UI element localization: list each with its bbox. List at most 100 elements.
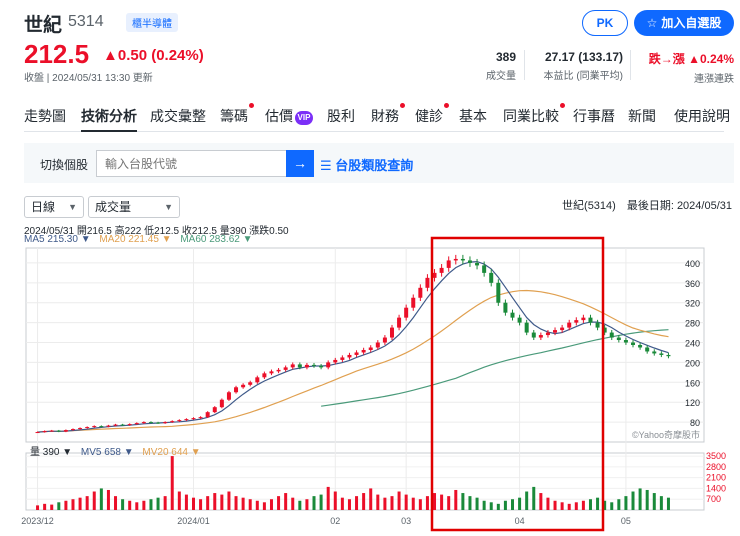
candle-body — [623, 340, 628, 343]
volume-bar — [106, 489, 110, 510]
candle-body — [482, 265, 487, 273]
volume-bar — [596, 497, 600, 510]
candle-body — [78, 428, 83, 430]
volume-bar — [397, 491, 401, 510]
candle-body — [163, 422, 168, 424]
volume-bar — [284, 493, 288, 510]
volume-bar — [610, 502, 614, 510]
volume-bar — [291, 497, 295, 510]
candle-body — [70, 429, 75, 431]
volume-bar — [184, 494, 188, 510]
volume-bar — [546, 497, 550, 510]
volume-bar — [114, 496, 118, 510]
candle-body — [652, 351, 657, 354]
candle-body — [503, 302, 508, 313]
volume-bar — [64, 500, 68, 510]
volume-bar — [347, 499, 351, 510]
candle-body — [439, 267, 444, 273]
candle-body — [517, 317, 522, 323]
vol-label: 量 390 ▼ — [30, 447, 73, 458]
volume-bar — [340, 497, 344, 510]
volume-bar — [135, 502, 139, 510]
candle-body — [134, 423, 139, 425]
price-tick-label: 120 — [685, 398, 700, 408]
candle-body — [489, 272, 494, 283]
volume-bar — [121, 499, 125, 510]
candle-body — [574, 320, 579, 323]
candle-body — [389, 327, 394, 338]
candle-body — [198, 417, 203, 419]
volume-bar — [588, 499, 592, 510]
candle-body — [262, 373, 267, 378]
volume-bar — [85, 496, 89, 510]
volume-bar — [525, 491, 529, 510]
candle-body — [397, 317, 402, 328]
candle-body — [545, 332, 550, 336]
volume-bar — [213, 493, 217, 510]
volume-bar — [581, 500, 585, 510]
watermark: ©Yahoo奇摩股市 — [632, 429, 700, 440]
candle-body — [538, 335, 543, 338]
volume-bar — [298, 500, 302, 510]
volume-bar — [511, 499, 514, 510]
x-tick-label: 2023/12 — [21, 516, 54, 526]
price-tick-label: 360 — [685, 279, 700, 289]
volume-bar — [411, 497, 415, 510]
volume-bar — [142, 500, 146, 510]
volume-bar — [206, 496, 210, 510]
volume-bar — [362, 493, 366, 510]
price-tick-label: 240 — [685, 339, 700, 349]
candle-body — [446, 260, 451, 268]
candle-body — [35, 432, 40, 434]
volume-bar — [433, 493, 437, 510]
candle-body — [312, 364, 317, 366]
candle-body — [212, 407, 217, 413]
volume-bar — [220, 494, 224, 510]
volume-bar — [659, 496, 663, 510]
volume-bar — [277, 496, 281, 510]
mv5-label: MV5 658 ▼ — [80, 447, 134, 458]
volume-bar — [241, 497, 245, 510]
volume-bar — [333, 491, 337, 510]
volume-bar — [128, 500, 132, 510]
candle-body — [99, 426, 104, 428]
volume-bar — [57, 502, 61, 510]
candle-body — [531, 332, 536, 338]
volume-bar — [461, 493, 465, 510]
volume-bar — [489, 502, 493, 510]
candle-body — [567, 322, 572, 328]
volume-bar — [326, 486, 330, 510]
candle-body — [283, 367, 288, 370]
x-tick-label: 2024/01 — [177, 516, 210, 526]
volume-bar — [482, 500, 486, 510]
volume-bar — [369, 488, 373, 510]
volume-bar — [652, 493, 656, 510]
candle-body — [418, 287, 423, 298]
volume-bar — [36, 505, 40, 510]
candle-body — [127, 424, 132, 426]
candle-body — [382, 337, 387, 343]
volume-bar — [199, 499, 203, 510]
candle-body — [609, 332, 614, 338]
x-tick-label: 05 — [621, 516, 631, 526]
price-tick-label: 200 — [685, 358, 700, 368]
candle-body — [205, 412, 210, 418]
candle-body — [170, 421, 175, 423]
candle-body — [63, 430, 68, 432]
volume-bar — [319, 494, 323, 510]
volume-bar — [440, 494, 444, 510]
volume-bar — [645, 489, 649, 510]
volume-bar — [553, 500, 557, 510]
volume-bar — [234, 496, 238, 510]
candle-body — [113, 424, 118, 426]
volume-legend: 量 390 ▼ MV5 658 ▼ MV20 644 ▼ — [30, 443, 207, 458]
candle-body — [49, 430, 54, 432]
volume-bar — [170, 456, 174, 510]
candle-body — [297, 364, 302, 368]
candle-body — [255, 377, 260, 383]
candle-body — [191, 418, 196, 420]
volume-bar — [355, 496, 359, 510]
candle-body — [467, 260, 472, 263]
candle-body — [333, 359, 338, 363]
volume-bar — [390, 496, 394, 510]
